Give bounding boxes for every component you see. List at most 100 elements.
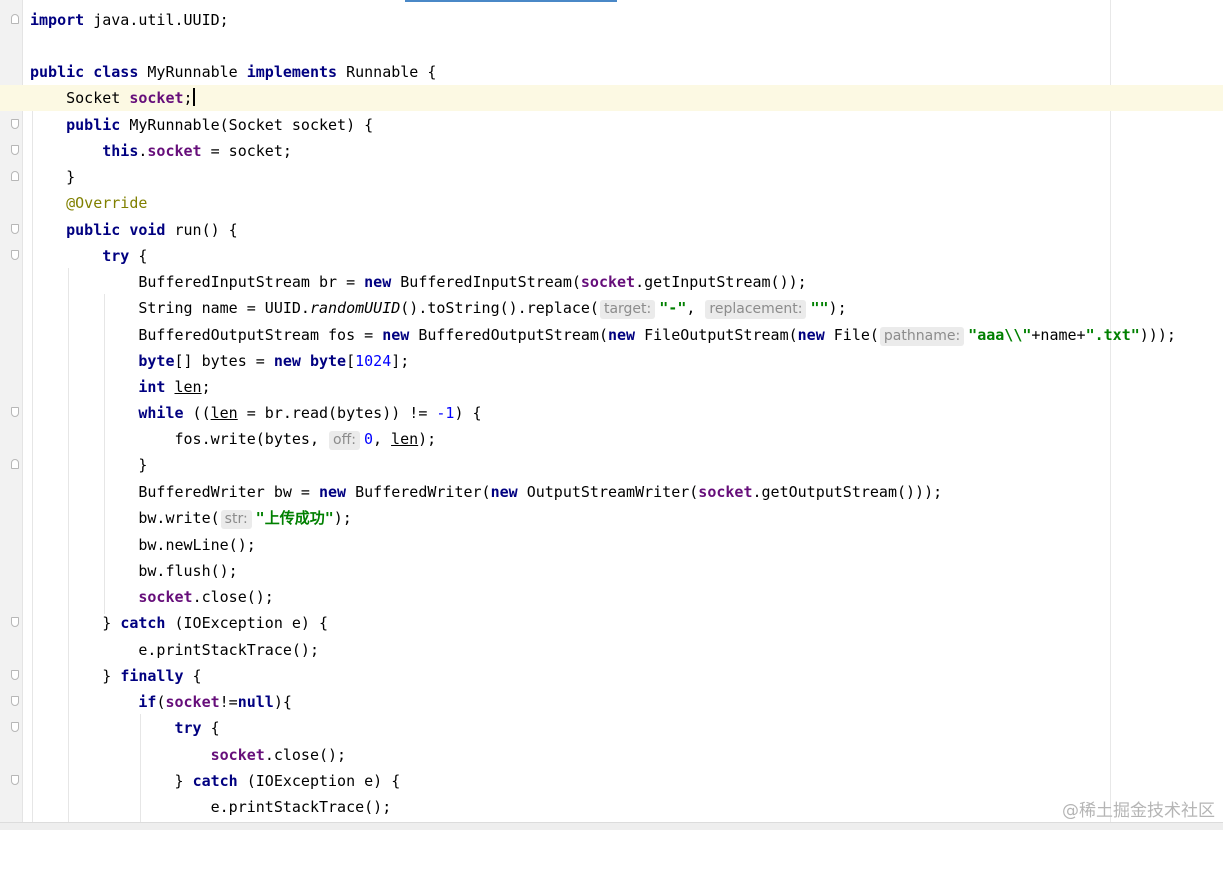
code-token: socket (580, 273, 636, 291)
fold-marker-icon[interactable] (11, 224, 19, 234)
code-token: socket (210, 746, 265, 764)
code-token: catch (120, 614, 166, 632)
code-token: BufferedInputStream( (391, 273, 581, 291)
code-token: null (237, 693, 274, 711)
code-token: (IOException e) { (237, 772, 401, 790)
code-line: BufferedInputStream br = new BufferedInp… (0, 269, 1223, 295)
code-token: (( (183, 404, 211, 422)
fold-marker-icon[interactable] (11, 145, 19, 155)
code-line: } catch (IOException e) { (0, 610, 1223, 636)
code-token: String name = UUID. (30, 299, 310, 317)
parameter-hint: pathname: (879, 327, 965, 346)
code-token: BufferedWriter bw = (30, 483, 319, 501)
parameter-hint: str: (220, 510, 252, 529)
code-line: int len; (0, 374, 1223, 400)
code-token: this (102, 142, 139, 160)
code-token: ]; (391, 352, 410, 370)
parameter-hint: off: (329, 431, 360, 450)
code-token: socket (138, 588, 193, 606)
fold-marker-icon[interactable] (11, 119, 19, 129)
code-token: socket (165, 693, 220, 711)
code-token: , (686, 299, 705, 317)
code-token: Runnable { (346, 63, 437, 81)
code-token: ".txt" (1085, 326, 1140, 344)
code-token: MyRunnable(Socket socket) { (120, 116, 374, 134)
code-token: @Override (66, 194, 148, 212)
fold-marker-icon[interactable] (11, 407, 19, 417)
fold-marker-icon[interactable] (11, 722, 19, 732)
code-token: ().toString().replace( (400, 299, 599, 317)
code-line: e.printStackTrace(); (0, 794, 1223, 820)
code-token: 1024 (355, 352, 392, 370)
code-token: catch (192, 772, 238, 790)
code-token: int (138, 378, 166, 396)
fold-marker-icon[interactable] (11, 250, 19, 260)
code-line: bw.newLine(); (0, 532, 1223, 558)
code-token: { (201, 719, 220, 737)
code-line: } (0, 452, 1223, 478)
code-token: ); (333, 509, 352, 527)
code-token: { (183, 667, 202, 685)
code-token: BufferedWriter( (346, 483, 491, 501)
code-token: e.printStackTrace(); (30, 641, 319, 659)
code-token: .close(); (192, 588, 274, 606)
code-token: byte (138, 352, 175, 370)
code-token: java.util.UUID; (93, 11, 229, 29)
code-token: 0 (363, 430, 373, 448)
code-token: OutputStreamWriter( (517, 483, 699, 501)
code-line: socket.close(); (0, 742, 1223, 768)
code-line: String name = UUID.randomUUID().toString… (0, 295, 1223, 321)
fold-marker-icon[interactable] (11, 171, 19, 181)
fold-marker-icon[interactable] (11, 696, 19, 706)
code-token: +name+ (1031, 326, 1086, 344)
code-token: randomUUID (309, 299, 401, 317)
code-line: fos.write(bytes, off: 0, len); (0, 426, 1223, 452)
code-token: ; (183, 89, 193, 107)
code-token: = br.read(bytes)) != (237, 404, 437, 422)
code-line: BufferedOutputStream fos = new BufferedO… (0, 322, 1223, 348)
code-token: .getOutputStream())); (752, 483, 943, 501)
code-line: } (0, 164, 1223, 190)
code-token: ){ (273, 693, 292, 711)
code-token: [ (346, 352, 356, 370)
fold-marker-icon[interactable] (11, 459, 19, 469)
code-line: if(socket!=null){ (0, 689, 1223, 715)
code-token: } (30, 168, 76, 186)
code-line: } catch (IOException e) { (0, 768, 1223, 794)
code-token: public (66, 116, 121, 134)
code-token: ) { (454, 404, 482, 422)
code-token: finally (120, 667, 184, 685)
code-token: implements (246, 63, 338, 81)
code-token: .getInputStream()); (635, 273, 807, 291)
fold-marker-icon[interactable] (11, 14, 19, 24)
fold-marker-icon[interactable] (11, 670, 19, 680)
code-token: public class (30, 63, 139, 81)
fold-marker-icon[interactable] (11, 775, 19, 785)
fold-marker-icon[interactable] (11, 617, 19, 627)
text-caret (192, 88, 195, 106)
code-token: len (391, 430, 419, 448)
code-line: import java.util.UUID; (0, 7, 1223, 33)
code-token: len (210, 404, 238, 422)
code-token: fos.write(bytes, (30, 430, 329, 448)
code-token: } (30, 667, 121, 685)
code-line: socket.close(); (0, 584, 1223, 610)
code-token: ); (828, 299, 847, 317)
code-token: if (138, 693, 157, 711)
code-token: bw.write( (30, 509, 220, 527)
code-token: "" (810, 299, 829, 317)
code-token: "上传成功" (255, 509, 334, 527)
code-line-current: Socket socket; (0, 85, 1223, 111)
code-token: import (30, 11, 85, 29)
code-token: } (30, 772, 193, 790)
